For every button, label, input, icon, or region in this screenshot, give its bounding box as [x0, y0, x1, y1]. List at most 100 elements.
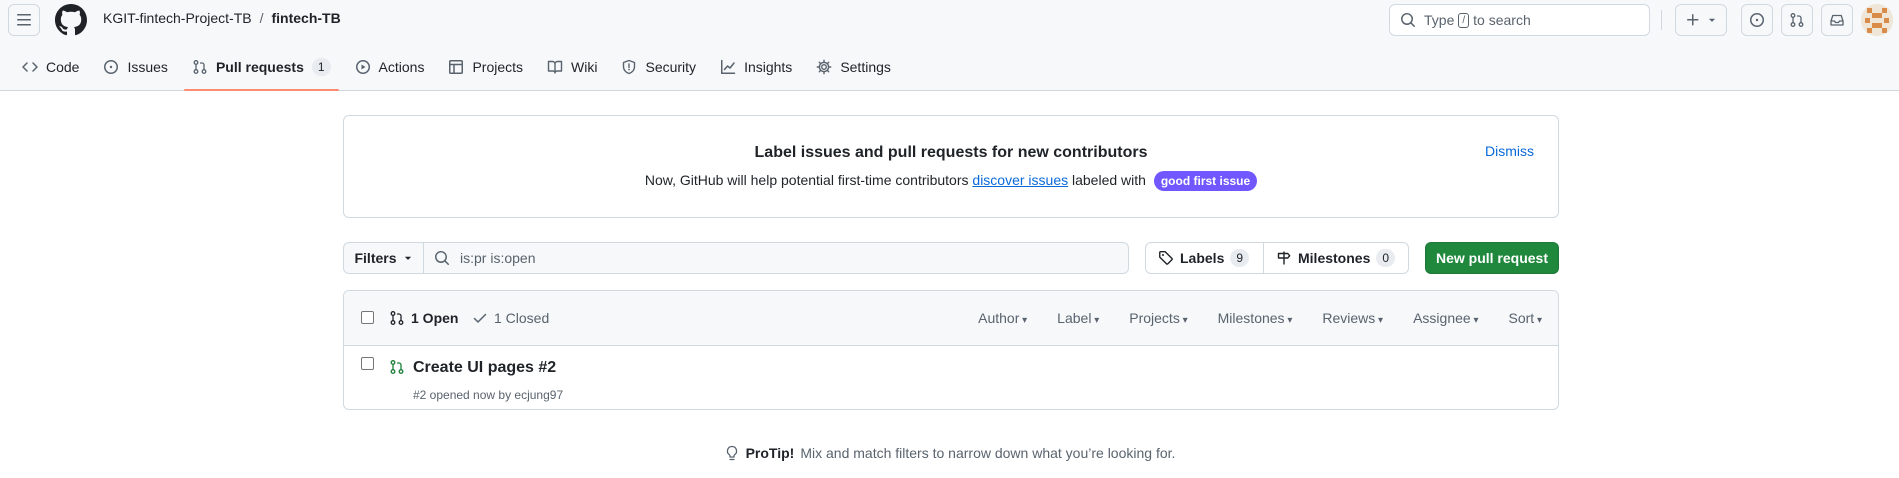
pull-request-list: 1 Open 1 Closed Author Label Projects Mi… [343, 290, 1559, 410]
labels-milestones-group: Labels 9 Milestones 0 [1145, 242, 1409, 274]
tab-label: Projects [472, 59, 524, 75]
milestones-button[interactable]: Milestones 0 [1264, 243, 1407, 273]
git-pull-request-icon [390, 311, 404, 325]
label-dropdown[interactable]: Label [1057, 310, 1099, 326]
gear-icon [816, 59, 832, 75]
pull-request-icon [193, 60, 207, 74]
tab-projects[interactable]: Projects [440, 52, 531, 82]
closed-filter-link[interactable]: 1 Closed [472, 310, 549, 326]
table-row: Create UI pages #2 #2 opened now by ecju… [344, 346, 1558, 409]
labels-button[interactable]: Labels 9 [1146, 243, 1264, 273]
open-pr-icon [389, 359, 405, 375]
search-suffix: to search [1473, 12, 1531, 28]
create-new-button[interactable] [1675, 4, 1727, 36]
check-icon [473, 313, 487, 323]
protip-label: ProTip! [745, 445, 795, 461]
filters-dropdown[interactable]: Filters [343, 242, 424, 274]
code-icon [22, 62, 38, 72]
tab-label: Settings [840, 59, 891, 75]
reviews-dropdown[interactable]: Reviews [1322, 310, 1383, 326]
tab-label: Security [645, 59, 697, 75]
banner-desc-before: Now, GitHub will help potential first-ti… [644, 172, 969, 188]
labels-count: 9 [1230, 249, 1250, 267]
plus-icon [1687, 14, 1699, 26]
hamburger-icon [17, 14, 31, 26]
repo-nav-tabs: Code Issues Pull requests 1 Actions Proj… [14, 52, 907, 91]
search-shortcut-key: / [1458, 12, 1470, 28]
app-header: KGIT-fintech-Project-TB / fintech-TB Typ… [0, 0, 1899, 91]
search-icon [1401, 13, 1415, 27]
pr-title-link[interactable]: Create UI pages #2 [413, 359, 556, 377]
user-avatar[interactable] [1861, 4, 1893, 36]
banner-desc-after: labeled with [1072, 172, 1146, 188]
triangle-down-icon [1708, 18, 1716, 22]
git-pull-request-icon [1790, 13, 1804, 27]
inbox-button[interactable] [1821, 4, 1853, 36]
issues-button[interactable] [1741, 4, 1773, 36]
tab-label: Insights [744, 59, 793, 75]
milestones-label: Milestones [1298, 250, 1371, 266]
search-icon [435, 251, 449, 265]
issue-opened-icon [1750, 13, 1764, 27]
banner-description: Now, GitHub will help potential first-ti… [344, 171, 1558, 191]
tab-wiki[interactable]: Wiki [539, 52, 605, 82]
tab-settings[interactable]: Settings [808, 52, 899, 82]
milestone-icon [1277, 251, 1291, 265]
breadcrumb-separator: / [259, 10, 264, 26]
tab-pull-requests[interactable]: Pull requests 1 [183, 52, 339, 91]
tab-code[interactable]: Code [14, 52, 87, 82]
banner-title: Label issues and pull requests for new c… [754, 144, 1148, 161]
tab-label: Pull requests [215, 59, 304, 75]
tab-issues[interactable]: Issues [95, 52, 175, 82]
issue-icon [104, 60, 119, 74]
good-first-issue-label[interactable]: good first issue [1153, 171, 1258, 191]
labels-label: Labels [1180, 250, 1225, 266]
sort-dropdown[interactable]: Sort [1509, 310, 1543, 326]
github-logo-icon[interactable] [55, 4, 87, 36]
tab-security[interactable]: Security [613, 52, 704, 82]
filter-query: is:pr is:open [460, 250, 536, 266]
repo-owner-link[interactable]: KGIT-fintech-Project-TB [103, 10, 252, 26]
milestones-dropdown[interactable]: Milestones [1218, 310, 1293, 326]
row-checkbox[interactable] [361, 357, 374, 370]
search-prefix: Type [1424, 12, 1455, 28]
select-all-checkbox[interactable] [361, 311, 374, 324]
projects-dropdown[interactable]: Projects [1129, 310, 1187, 326]
protip-text: Mix and match filters to narrow down wha… [800, 445, 1176, 461]
milestones-count: 0 [1376, 249, 1396, 267]
dismiss-button[interactable]: Dismiss [1485, 143, 1534, 159]
pr-meta: #2 opened now by ecjung97 [413, 388, 564, 402]
book-icon [547, 60, 563, 74]
new-pull-request-button[interactable]: New pull request [1425, 242, 1559, 274]
light-bulb-icon [726, 445, 737, 461]
header-divider [1661, 10, 1662, 30]
tab-label: Code [46, 59, 80, 75]
pull-requests-button[interactable] [1781, 4, 1813, 36]
open-filter-link[interactable]: 1 Open [389, 310, 458, 326]
filters-label: Filters [354, 250, 397, 266]
new-contributors-banner: Label issues and pull requests for new c… [343, 115, 1559, 218]
inbox-icon [1830, 14, 1844, 26]
tab-label: Actions [378, 59, 425, 75]
breadcrumb: KGIT-fintech-Project-TB / fintech-TB [103, 10, 341, 26]
shield-icon [623, 59, 636, 75]
triangle-down-icon [404, 256, 411, 260]
tab-label: Issues [127, 59, 168, 75]
tab-actions[interactable]: Actions [347, 52, 433, 82]
assignee-dropdown[interactable]: Assignee [1413, 310, 1478, 326]
author-dropdown[interactable]: Author [978, 310, 1027, 326]
repo-name-link[interactable]: fintech-TB [271, 10, 340, 26]
tab-counter: 1 [311, 58, 331, 76]
closed-count: 1 Closed [494, 310, 550, 326]
discover-issues-link[interactable]: discover issues [972, 172, 1068, 188]
graph-icon [721, 59, 736, 74]
play-icon [355, 60, 370, 74]
sort-options: Author Label Projects Milestones Reviews… [978, 310, 1542, 326]
open-count: 1 Open [411, 310, 459, 326]
search-input[interactable]: Type / to search [1389, 4, 1650, 36]
identicon-icon [1861, 4, 1893, 36]
list-header: 1 Open 1 Closed Author Label Projects Mi… [344, 291, 1558, 346]
filter-search-input[interactable]: is:pr is:open [423, 242, 1129, 274]
menu-button[interactable] [8, 4, 40, 36]
tab-insights[interactable]: Insights [712, 52, 800, 82]
